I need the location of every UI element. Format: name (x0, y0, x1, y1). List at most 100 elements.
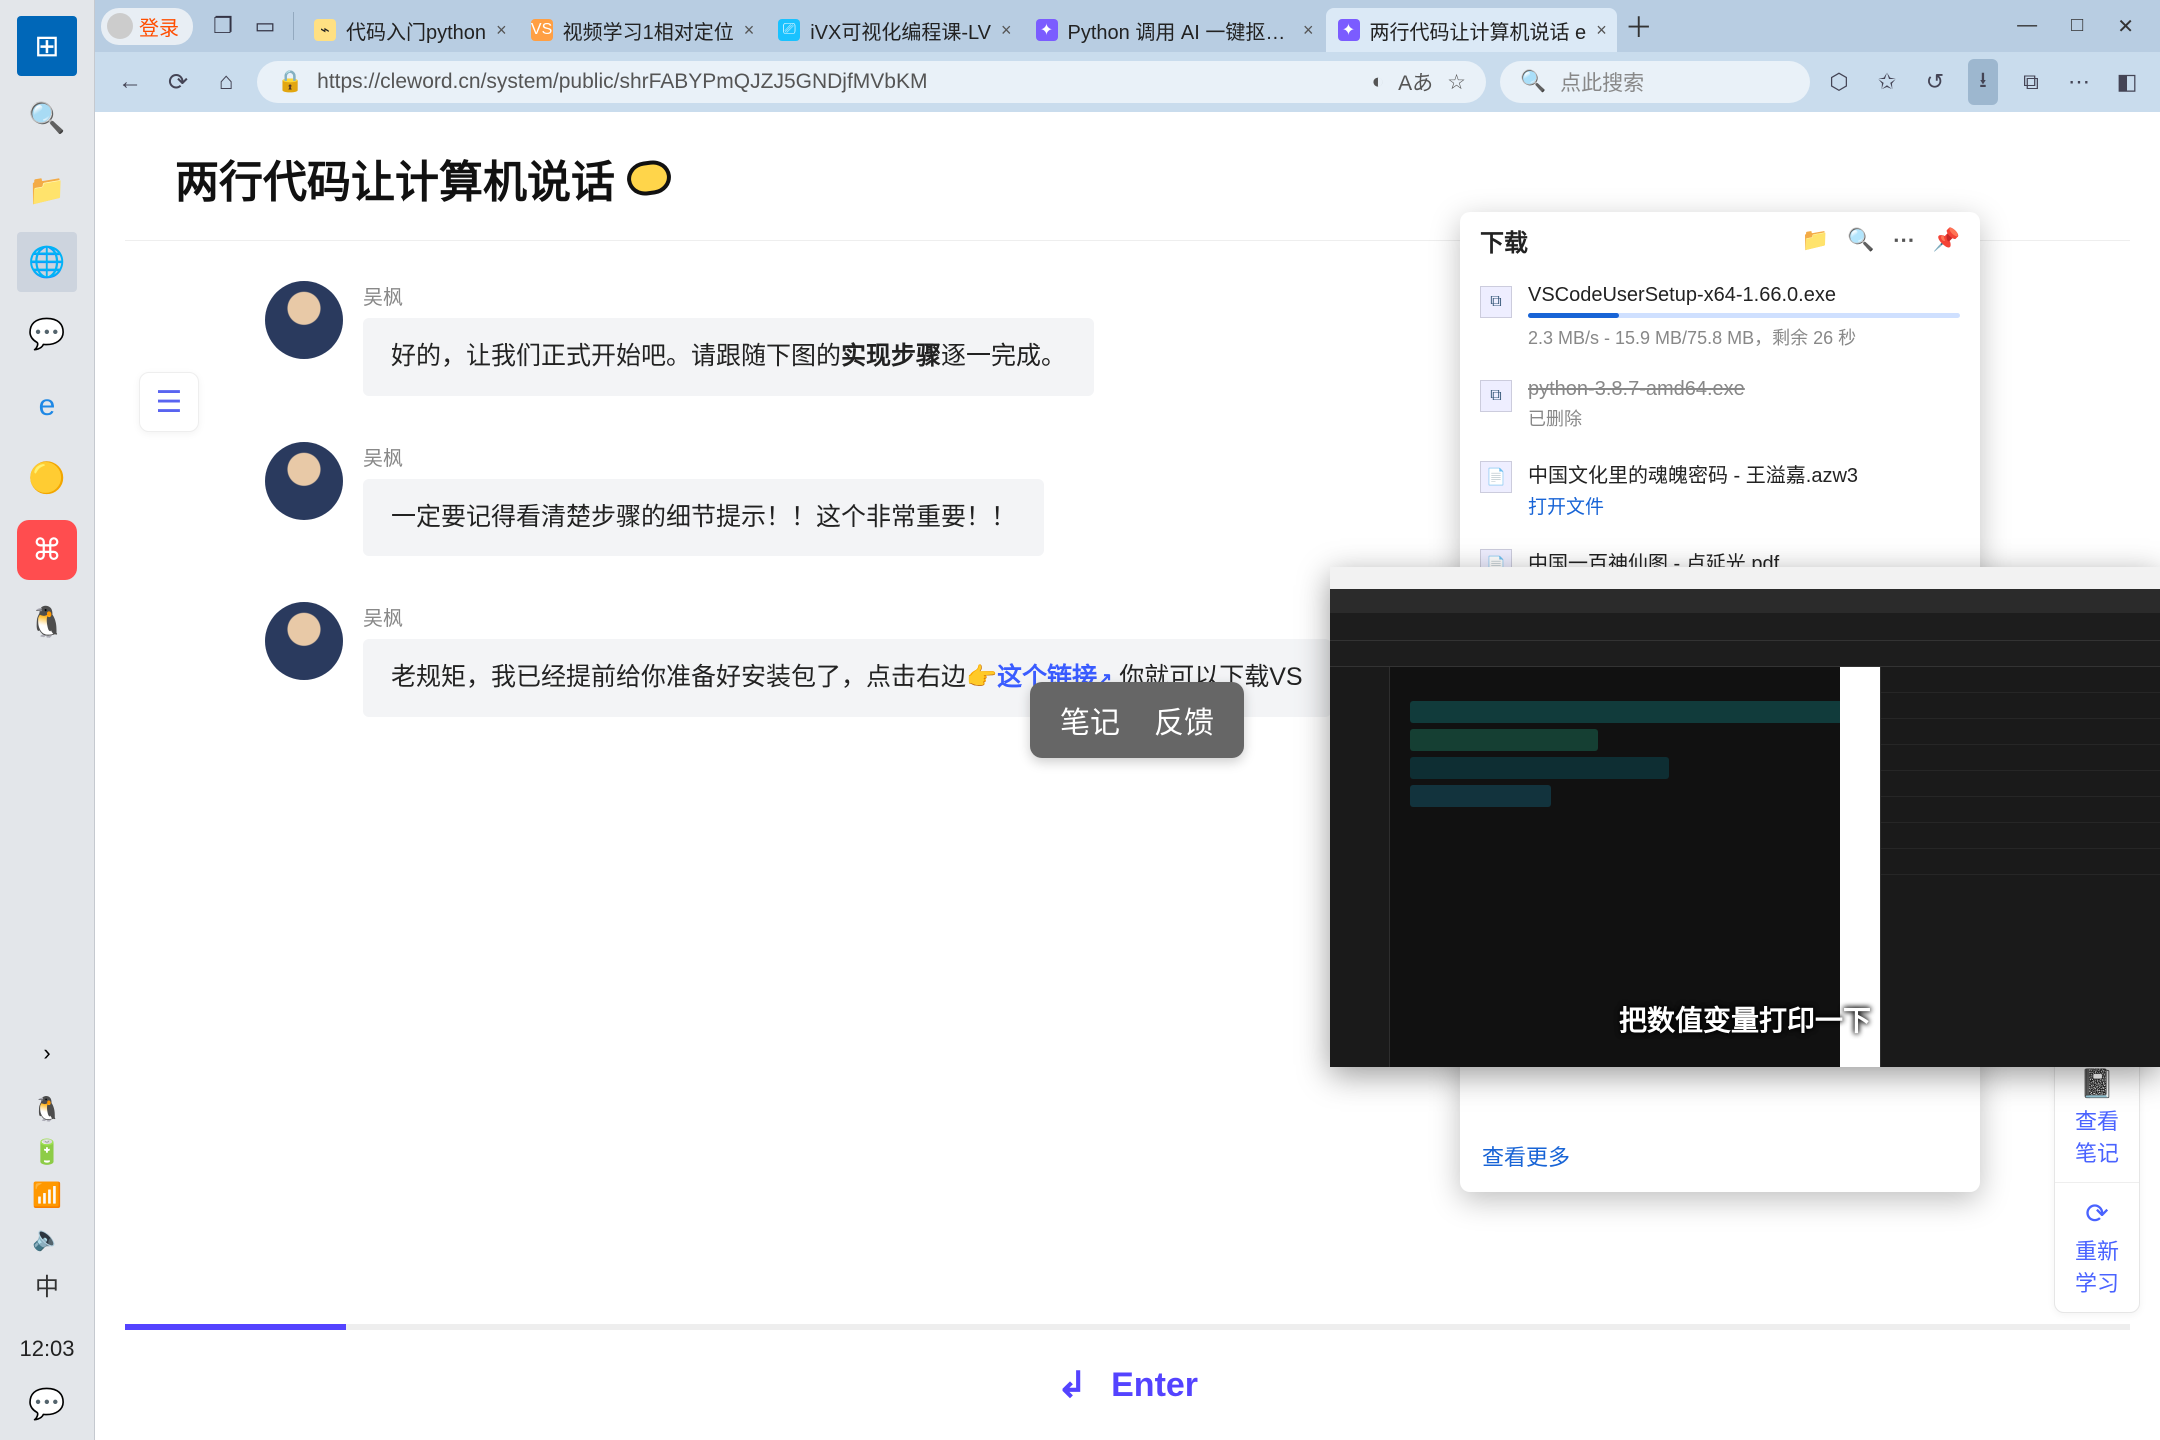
view-notes-button[interactable]: 📓 查看笔记 (2055, 1053, 2139, 1183)
pip-toolbar (1330, 641, 2160, 667)
pip-video-overlay[interactable]: 把数值变量打印一下 (1330, 567, 2160, 1067)
browser-tab[interactable]: ⌁ 代码入门python × (302, 8, 517, 52)
feedback-button[interactable]: 反馈 (1154, 698, 1214, 742)
browser-tab[interactable]: VS 视频学习1相对定位 × (519, 8, 765, 52)
tab-title: Python 调用 AI 一键抠图 e (1068, 16, 1293, 45)
close-icon[interactable]: × (1303, 20, 1314, 41)
home-icon[interactable]: ⌂ (209, 68, 243, 96)
collections-icon[interactable]: ⧉ (2016, 69, 2046, 95)
track-row (1410, 701, 1850, 723)
download-item[interactable]: ⧉ VSCodeUserSetup-x64-1.66.0.exe 2.3 MB/… (1476, 272, 1964, 366)
reader-icon[interactable]: Aあ (1398, 67, 1433, 97)
download-filename: VSCodeUserSetup-x64-1.66.0.exe (1528, 284, 1960, 307)
download-item[interactable]: 📄 中国文化里的魂魄密码 - 王溢嘉.azw3 打开文件 (1476, 447, 1964, 535)
track-row (1410, 729, 1598, 751)
ie-icon[interactable]: e (17, 376, 77, 436)
taskbar-clock[interactable]: 12:03 (19, 1316, 74, 1368)
wifi-icon[interactable]: 📶 (32, 1181, 62, 1210)
close-icon[interactable]: × (744, 20, 755, 41)
volume-icon[interactable]: 🔈 (32, 1224, 62, 1253)
edge-icon[interactable]: 🌐 (17, 232, 77, 292)
battery-icon[interactable]: 🔋 (32, 1138, 62, 1167)
url-text: https://cleword.cn/system/public/shrFABY… (317, 70, 927, 94)
close-icon[interactable]: × (496, 20, 507, 41)
tab-favicon-icon: ✦ (1036, 19, 1058, 41)
url-input[interactable]: 🔒 https://cleword.cn/system/public/shrFA… (257, 61, 1486, 103)
close-icon[interactable]: × (1001, 20, 1012, 41)
browser-tab[interactable]: ⎚ iVX可视化编程课-LV × (766, 8, 1021, 52)
app-red-icon[interactable]: ⌘ (17, 520, 77, 580)
downloads-more-link[interactable]: 查看更多 (1460, 1126, 1980, 1192)
close-icon[interactable]: × (1596, 20, 1607, 41)
favorites-icon[interactable]: ✩ (1872, 69, 1902, 95)
file-icon: ⧉ (1480, 380, 1512, 412)
sidebar-icon[interactable]: ◧ (2112, 69, 2142, 95)
message-bubble: 好的，让我们正式开始吧。请跟随下图的实现步骤逐一完成。 (363, 318, 1094, 396)
download-item[interactable]: ⧉ python-3.8.7-amd64.exe 已删除 (1476, 366, 1964, 447)
explorer-icon[interactable]: 📁 (17, 160, 77, 220)
tab-favicon-icon: ⎚ (778, 19, 800, 41)
enter-bar[interactable]: ↲ Enter (125, 1330, 2130, 1440)
open-file-link[interactable]: 打开文件 (1528, 492, 1960, 519)
tracking-icon[interactable]: ◐ (1371, 70, 1384, 94)
side-widgets: 📓 查看笔记 ⟳ 重新学习 (2054, 1052, 2140, 1313)
back-icon[interactable]: ← (113, 68, 147, 96)
avatar (265, 281, 343, 359)
sender-name: 吴枫 (363, 602, 1331, 631)
refresh-icon: ⟳ (2065, 1197, 2129, 1230)
favorite-icon[interactable]: ☆ (1447, 70, 1466, 95)
restart-button[interactable]: ⟳ 重新学习 (2055, 1183, 2139, 1312)
search-input[interactable]: 🔍 点此搜索 (1500, 61, 1810, 103)
search-icon: 🔍 (1520, 70, 1546, 94)
enter-label: Enter (1111, 1366, 1198, 1405)
pin-icon[interactable]: 📌 (1933, 227, 1960, 253)
menu-button[interactable]: ☰ (139, 372, 199, 432)
search-placeholder: 点此搜索 (1560, 67, 1644, 97)
more-icon[interactable]: ⋯ (2064, 69, 2094, 95)
pip-titlebar (1330, 567, 2160, 589)
expand-icon[interactable]: › (17, 1023, 77, 1083)
avatar (265, 602, 343, 680)
minimize-icon[interactable]: — (2017, 14, 2037, 39)
extension-icon[interactable]: ⬡ (1824, 69, 1854, 95)
progress-fill (125, 1324, 346, 1330)
download-status: 2.3 MB/s - 15.9 MB/75.8 MB，剩余 26 秒 (1528, 324, 1960, 350)
open-folder-icon[interactable]: 📁 (1802, 227, 1829, 253)
download-filename: 中国文化里的魂魄密码 - 王溢嘉.azw3 (1528, 459, 1960, 488)
tab-title: 代码入门python (346, 16, 486, 45)
downloads-icon[interactable]: ⭳ (1968, 59, 1998, 105)
chrome-icon[interactable]: 🟡 (17, 448, 77, 508)
tab-favicon-icon: ⌁ (314, 19, 336, 41)
new-tab-button[interactable]: ＋ (1619, 6, 1659, 46)
browser-tab[interactable]: ✦ Python 调用 AI 一键抠图 e × (1024, 8, 1324, 52)
tab-title: 视频学习1相对定位 (563, 16, 734, 45)
refresh-icon[interactable]: ⟳ (161, 68, 195, 97)
pip-urlbar (1330, 589, 2160, 613)
notes-button[interactable]: 笔记 (1060, 698, 1120, 742)
message-bubble: 一定要记得看清楚步骤的细节提示！！这个非常重要！！ (363, 479, 1044, 557)
start-icon[interactable]: ⊞ (17, 16, 77, 76)
browser-tab[interactable]: ✦ 两行代码让计算机说话 e × (1326, 8, 1617, 52)
tab-title: iVX可视化编程课-LV (810, 16, 991, 45)
close-window-icon[interactable]: ✕ (2117, 14, 2134, 39)
notifications-icon[interactable]: 💬 (17, 1374, 77, 1434)
login-label: 登录 (139, 12, 179, 41)
divider (293, 12, 294, 40)
workspaces-icon[interactable]: ❐ (203, 6, 243, 46)
ime-icon[interactable]: 中 (35, 1267, 59, 1302)
downloads-title: 下载 (1480, 223, 1528, 258)
tab-strip: 登录 ❐ ▭ ⌁ 代码入门python × VS 视频学习1相对定位 × ⎚ i… (95, 0, 2160, 52)
window-controls: — □ ✕ (2017, 14, 2154, 39)
search-icon[interactable]: 🔍 (17, 88, 77, 148)
tab-actions-icon[interactable]: ▭ (245, 6, 285, 46)
windows-taskbar: ⊞ 🔍 📁 🌐 💬 e 🟡 ⌘ 🐧 › 🐧 🔋 📶 🔈 中 12:03 💬 (0, 0, 95, 1440)
page-viewport: 两行代码让计算机说话 吴枫 好的，让我们正式开始吧。请跟随下图的实现步骤逐一完成… (95, 112, 2160, 1440)
search-icon[interactable]: 🔍 (1847, 227, 1874, 253)
maximize-icon[interactable]: □ (2071, 14, 2083, 39)
profile-login-button[interactable]: 登录 (101, 8, 193, 45)
history-icon[interactable]: ↺ (1920, 69, 1950, 95)
qq-tray-icon[interactable]: 🐧 (32, 1095, 62, 1124)
wechat-icon[interactable]: 💬 (17, 304, 77, 364)
more-icon[interactable]: ⋯ (1893, 227, 1915, 253)
qq-icon[interactable]: 🐧 (17, 592, 77, 652)
